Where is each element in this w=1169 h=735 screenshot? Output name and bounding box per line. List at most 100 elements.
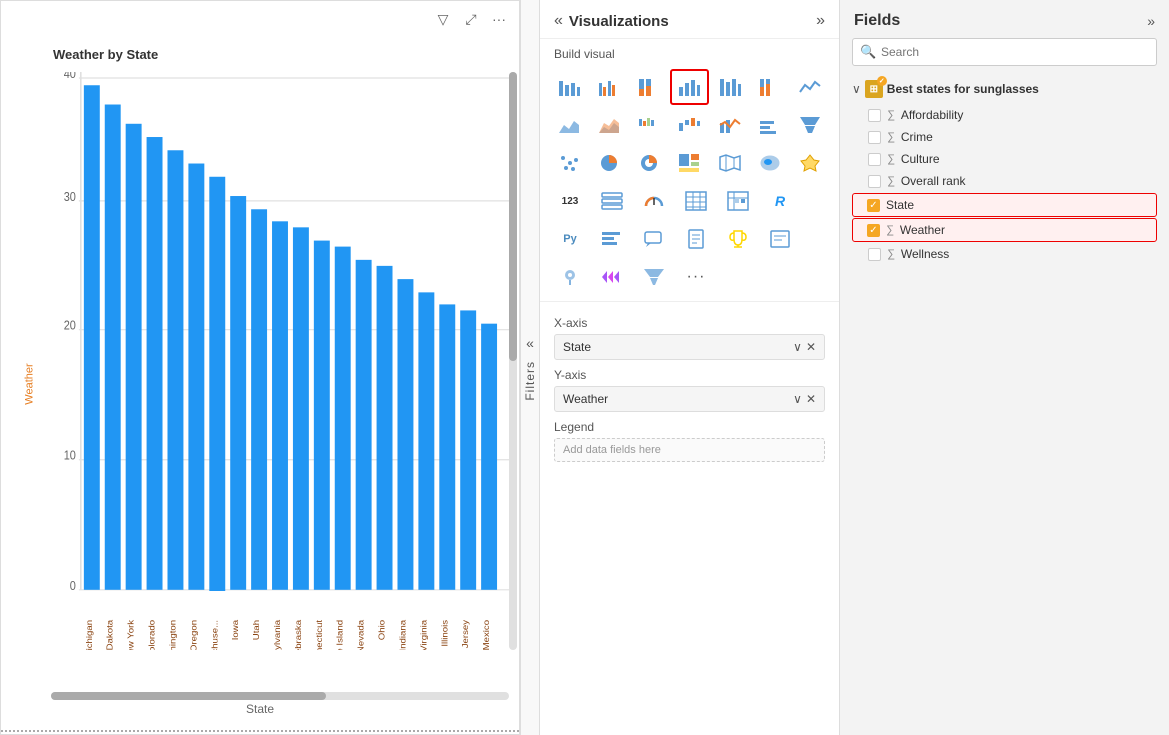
crime-sigma-icon: ∑ [887, 131, 895, 143]
legend-field-empty[interactable]: Add data fields here [554, 438, 825, 462]
crime-checkbox[interactable] [868, 131, 881, 144]
svg-text:30: 30 [64, 189, 76, 204]
dataset-header[interactable]: ∨ ⊞ ✓ Best states for sunglasses [852, 74, 1157, 104]
viz-type-ribbon[interactable] [630, 107, 668, 143]
fields-title: Fields [854, 12, 900, 30]
field-affordability[interactable]: ∑ Affordability [852, 104, 1157, 126]
viz-type-line-chart[interactable] [791, 69, 829, 105]
expand-icon[interactable]: ⤢ [461, 9, 481, 29]
filters-chevron-icon[interactable]: « [526, 335, 534, 351]
viz-type-area[interactable] [550, 107, 588, 143]
viz-type-stacked-column[interactable] [711, 69, 749, 105]
vertical-scrollbar[interactable] [509, 72, 517, 650]
svg-text:Washington: Washington [168, 620, 177, 650]
y-axis-chevron-icon[interactable]: ∨ [793, 392, 802, 406]
svg-text:Connecticut: Connecticut [315, 619, 324, 650]
viz-type-grouped-bar[interactable] [590, 69, 628, 105]
fields-header: Fields » [840, 0, 1169, 38]
y-axis-label-text: Y-axis [554, 368, 825, 382]
viz-type-speech-bubble[interactable] [634, 221, 674, 257]
search-icon: 🔍 [860, 44, 876, 60]
filters-panel[interactable]: « Filters [520, 0, 540, 735]
x-axis-chevron-icon[interactable]: ∨ [793, 340, 802, 354]
culture-checkbox[interactable] [868, 153, 881, 166]
crime-label: Crime [901, 130, 933, 144]
viz-type-key-influencers[interactable] [592, 221, 632, 257]
viz-type-bar-combo[interactable] [751, 107, 789, 143]
state-checkbox[interactable]: ✓ [867, 199, 880, 212]
affordability-label: Affordability [901, 108, 963, 122]
viz-title: Visualizations [569, 13, 669, 30]
viz-type-filled-map[interactable] [751, 145, 789, 181]
viz-type-smart-narrative[interactable] [760, 221, 800, 257]
svg-text:10: 10 [64, 448, 76, 463]
viz-type-more[interactable]: ··· [676, 259, 716, 295]
svg-text:Utah: Utah [252, 620, 261, 640]
svg-text:New Jersey: New Jersey [461, 619, 470, 650]
field-culture[interactable]: ∑ Culture [852, 148, 1157, 170]
viz-type-gauge[interactable] [634, 183, 674, 219]
viz-type-pie[interactable] [590, 145, 628, 181]
x-axis-label: State [246, 702, 274, 716]
dataset-chevron-icon: ∨ [852, 82, 861, 96]
viz-type-combo[interactable] [711, 107, 749, 143]
viz-type-waterfall[interactable] [670, 107, 708, 143]
chart-bottom-border [1, 730, 519, 734]
affordability-checkbox[interactable] [868, 109, 881, 122]
viz-type-map[interactable] [711, 145, 749, 181]
viz-type-card[interactable]: 123 [550, 183, 590, 219]
field-overall-rank[interactable]: ∑ Overall rank [852, 170, 1157, 192]
viz-type-multi-row-card[interactable] [592, 183, 632, 219]
dataset-check-badge: ✓ [877, 76, 887, 86]
x-axis-remove-icon[interactable]: ✕ [806, 340, 816, 354]
visualizations-panel: « Visualizations » Build visual [540, 0, 840, 735]
viz-type-matrix[interactable] [718, 183, 758, 219]
viz-type-column-chart[interactable] [670, 69, 708, 105]
overall-rank-checkbox[interactable] [868, 175, 881, 188]
viz-type-scatter[interactable] [550, 145, 588, 181]
viz-type-narrow-funnel[interactable] [634, 259, 674, 295]
weather-sigma-icon: ∑ [886, 224, 894, 236]
viz-type-stacked-area[interactable] [590, 107, 628, 143]
filter-icon[interactable]: ▽ [433, 9, 453, 29]
dataset-table-icon: ⊞ ✓ [865, 80, 883, 98]
viz-type-decomposition[interactable] [592, 259, 632, 295]
y-axis-remove-icon[interactable]: ✕ [806, 392, 816, 406]
wellness-checkbox[interactable] [868, 248, 881, 261]
wellness-sigma-icon: ∑ [887, 248, 895, 260]
svg-text:Michigan: Michigan [85, 620, 94, 650]
viz-type-trophy[interactable] [718, 221, 758, 257]
viz-type-donut[interactable] [630, 145, 668, 181]
viz-type-funnel[interactable] [791, 107, 829, 143]
viz-axis-section: X-axis State ∨ ✕ Y-axis Weather ∨ ✕ Lege… [540, 302, 839, 735]
more-options-icon[interactable]: ··· [489, 9, 509, 29]
x-axis-field[interactable]: State ∨ ✕ [554, 334, 825, 360]
y-axis-field[interactable]: Weather ∨ ✕ [554, 386, 825, 412]
field-wellness[interactable]: ∑ Wellness [852, 243, 1157, 265]
overall-rank-sigma-icon: ∑ [887, 175, 895, 187]
viz-type-python[interactable]: Py [550, 221, 590, 257]
viz-type-stacked-bar[interactable] [550, 69, 588, 105]
svg-text:0: 0 [70, 578, 76, 593]
horizontal-scrollbar[interactable] [51, 692, 509, 700]
viz-collapse-left-icon[interactable]: « [554, 12, 563, 30]
viz-expand-right-icon[interactable]: » [816, 12, 825, 30]
viz-type-azure-map[interactable] [550, 259, 590, 295]
fields-search[interactable]: 🔍 [852, 38, 1157, 66]
fields-panel: Fields » 🔍 ∨ ⊞ ✓ Best states for sunglas… [840, 0, 1169, 735]
field-weather[interactable]: ✓ ∑ Weather [852, 218, 1157, 242]
fields-expand-icon[interactable]: » [1147, 13, 1155, 29]
viz-type-table[interactable] [676, 183, 716, 219]
svg-text:Nevada: Nevada [356, 620, 365, 650]
weather-checkbox[interactable]: ✓ [867, 224, 880, 237]
search-input[interactable] [852, 38, 1157, 66]
viz-type-100pct-column[interactable] [751, 69, 789, 105]
field-crime[interactable]: ∑ Crime [852, 126, 1157, 148]
svg-text:West Virginia: West Virginia [419, 620, 428, 650]
viz-type-shape-map[interactable] [791, 145, 829, 181]
viz-type-r-script[interactable]: R [760, 183, 800, 219]
viz-type-page[interactable] [676, 221, 716, 257]
viz-type-treemap[interactable] [670, 145, 708, 181]
field-state[interactable]: ✓ State [852, 193, 1157, 217]
viz-type-100pct-bar[interactable] [630, 69, 668, 105]
